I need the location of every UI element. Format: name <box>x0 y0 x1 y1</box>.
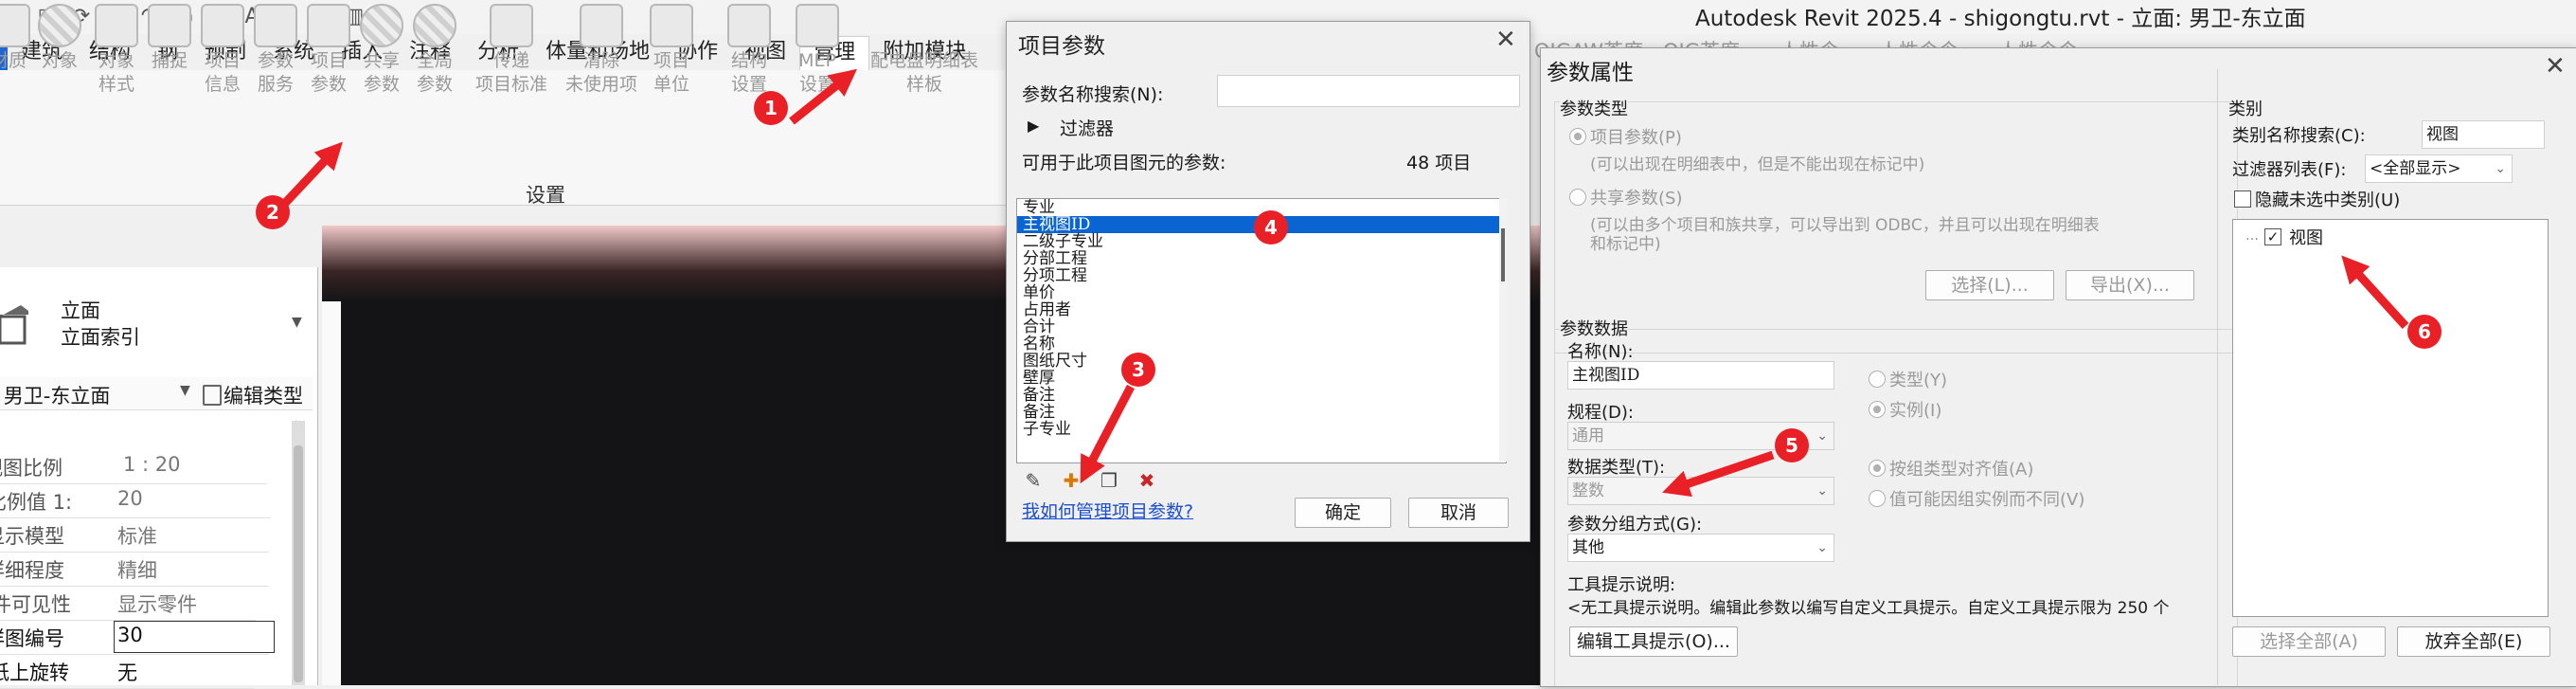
marker-5: 5 <box>1775 428 1809 462</box>
annotation-arrows <box>271 68 2409 498</box>
marker-6: 6 <box>2407 315 2442 349</box>
arrow-5 <box>1662 450 1775 498</box>
marker-2: 2 <box>256 195 290 229</box>
marker-3: 3 <box>1121 353 1155 387</box>
marker-1: 1 <box>754 91 788 125</box>
arrow-6 <box>2341 255 2409 330</box>
arrow-1 <box>789 68 857 125</box>
arrow-3 <box>1080 384 1135 484</box>
marker-4: 4 <box>1254 210 1288 245</box>
